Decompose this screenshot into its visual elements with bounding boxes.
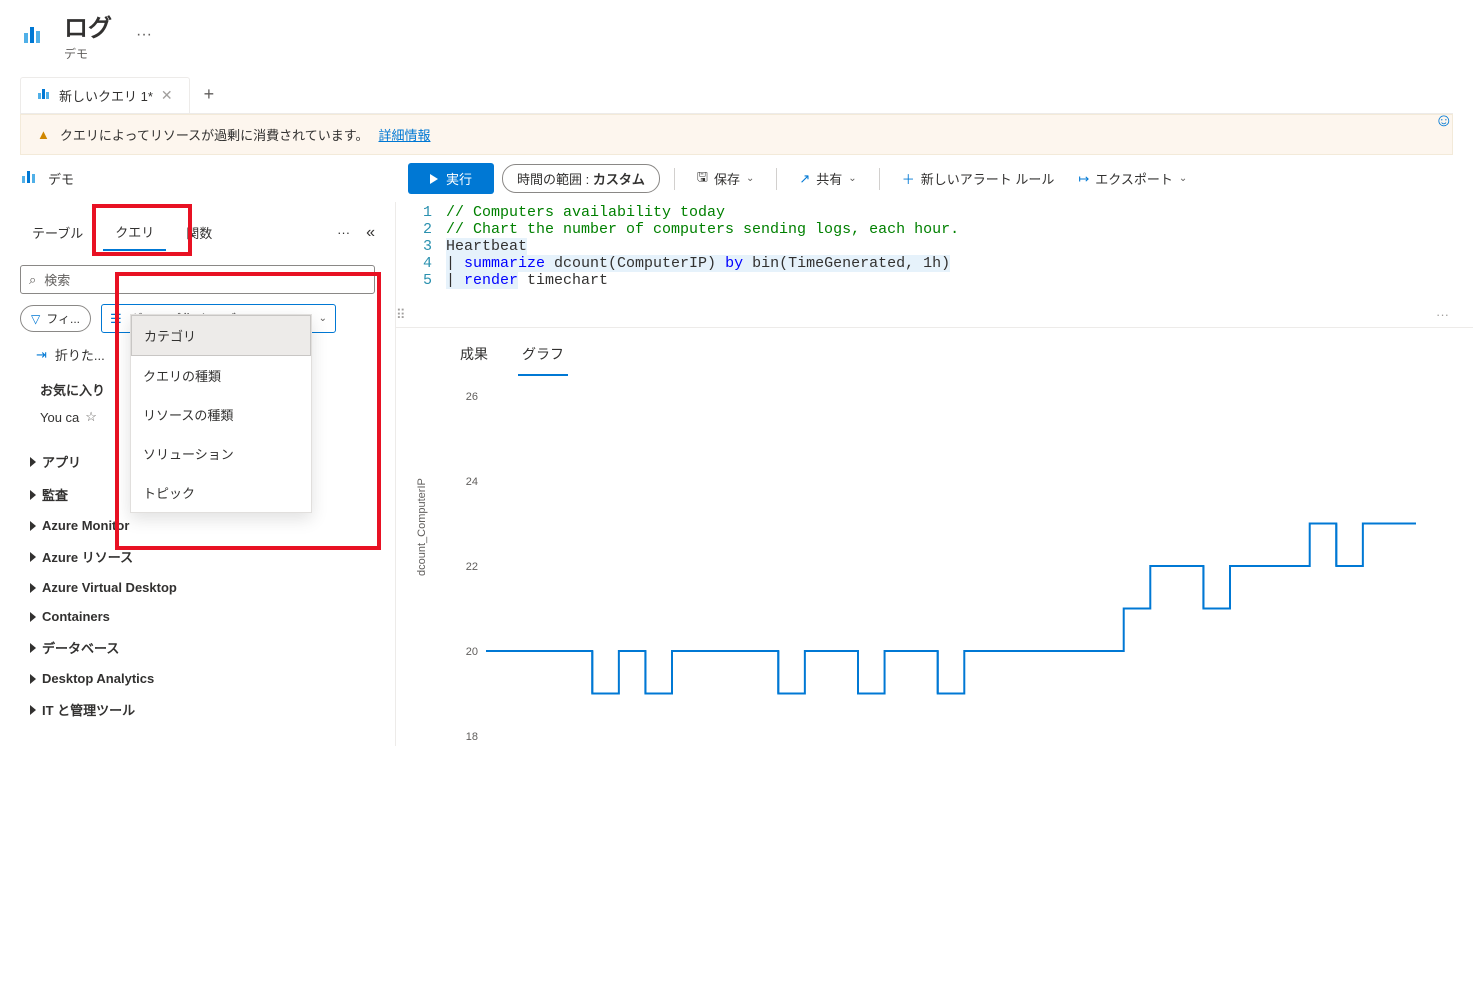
category-azure-monitor[interactable]: Azure Monitor [30,511,375,540]
feedback-icon[interactable]: ☺ [1435,110,1453,131]
tab-queries[interactable]: クエリ [103,214,166,251]
code-line: | render timechart [446,272,608,289]
caret-right-icon [30,490,36,500]
logs-icon [20,21,48,49]
code-line: | summarize dcount(ComputerIP) by bin(Ti… [446,255,950,272]
caret-right-icon [30,674,36,684]
play-icon [430,174,438,184]
results-tab[interactable]: 成果 [456,334,492,376]
close-icon[interactable]: ✕ [161,87,173,104]
caret-right-icon [30,705,36,715]
caret-right-icon [30,521,36,531]
export-icon: ↦ [1078,171,1089,187]
scope-name[interactable]: デモ [48,169,74,188]
code-line: // Computers availability today [446,204,725,221]
warning-icon: ▲ [37,127,50,142]
page-subtitle: デモ [64,45,112,62]
share-icon: ↗ [799,171,810,187]
chevron-down-icon: ⌄ [746,173,754,184]
caret-right-icon [30,583,36,593]
save-button[interactable]: 🖫 保存 ⌄ [689,164,762,194]
chevron-down-icon: ⌄ [319,313,327,324]
svg-text:24: 24 [466,476,478,488]
svg-text:18: 18 [466,731,478,743]
page-header: ログ デモ ··· [0,0,1473,66]
code-line: Heartbeat [446,238,527,255]
category-azure-resources[interactable]: Azure リソース [30,540,375,573]
logs-icon [37,87,51,104]
tab-label: 新しいクエリ 1* [59,86,153,105]
warning-link[interactable]: 詳細情報 [379,125,431,144]
svg-text:20: 20 [466,646,478,658]
search-input[interactable]: ⌕ 検索 [20,265,375,294]
query-editor[interactable]: 1// Computers availability today 2// Cha… [396,202,1473,299]
caret-right-icon [30,612,36,622]
drag-handle[interactable]: ⠿··· [396,303,1473,327]
query-tab-1[interactable]: 新しいクエリ 1* ✕ [20,77,190,113]
share-button[interactable]: ↗ 共有 ⌄ [791,165,864,192]
tab-functions[interactable]: 関数 [174,215,224,250]
caret-right-icon [30,643,36,653]
dropdown-item-resource-type[interactable]: リソースの種類 [131,395,311,434]
plus-icon: ＋ [902,169,915,188]
add-tab-button[interactable]: + [190,76,229,113]
list-icon: ☰ [110,311,122,327]
filter-icon: ▽ [31,312,40,326]
chevron-down-icon: ⌄ [1179,173,1187,184]
tab-tables[interactable]: テーブル [20,215,95,250]
save-icon: 🖫 [697,168,708,190]
caret-right-icon [30,552,36,562]
chart-tab[interactable]: グラフ [518,334,568,376]
dropdown-item-category[interactable]: カテゴリ [131,315,311,356]
chevron-down-icon: ⌄ [848,173,856,184]
category-containers[interactable]: Containers [30,602,375,631]
collapse-icon: ⇥ [36,347,47,363]
svg-text:26: 26 [466,391,478,403]
toolbar: デモ 実行 時間の範囲 : カスタム 🖫 保存 ⌄ ↗ 共有 ⌄ ＋ 新しいアラ… [0,155,1473,202]
dropdown-item-solution[interactable]: ソリューション [131,434,311,473]
sidebar: テーブル クエリ 関数 ··· « ⌕ 検索 ▽ フィ... ☰ グループ化:カ… [0,202,395,746]
category-databases[interactable]: データベース [30,631,375,664]
query-tabbar: 新しいクエリ 1* ✕ + ☺ [20,76,1453,114]
page-title: ログ [64,8,112,43]
sidebar-tabs: テーブル クエリ 関数 ··· « [20,202,375,259]
more-icon[interactable]: ··· [337,225,350,240]
separator [776,168,777,190]
timechart: 18 20 22 24 26 [446,386,1426,746]
separator [879,168,880,190]
separator [674,168,675,190]
results-pane: 成果 グラフ dcount_ComputerIP 18 20 22 24 26 [396,327,1473,746]
warning-banner: ▲ クエリによってリソースが過剰に消費されています。 詳細情報 [20,114,1453,155]
chart-area: dcount_ComputerIP 18 20 22 24 26 [396,376,1473,746]
dropdown-item-query-type[interactable]: クエリの種類 [131,356,311,395]
svg-text:22: 22 [466,561,478,573]
logs-icon [20,168,38,189]
caret-right-icon [30,457,36,467]
new-alert-button[interactable]: ＋ 新しいアラート ルール [894,165,1063,192]
header-more-icon[interactable]: ··· [128,26,160,44]
category-it-management[interactable]: IT と管理ツール [30,693,375,726]
search-icon: ⌕ [29,272,36,288]
code-line: // Chart the number of computers sending… [446,221,959,238]
y-axis-label: dcount_ComputerIP [416,478,428,576]
star-icon: ☆ [85,409,97,425]
filter-button[interactable]: ▽ フィ... [20,305,91,332]
warning-text: クエリによってリソースが過剰に消費されています。 [60,125,369,144]
time-range-picker[interactable]: 時間の範囲 : カスタム [502,164,660,193]
category-avd[interactable]: Azure Virtual Desktop [30,573,375,602]
group-by-dropdown: カテゴリ クエリの種類 リソースの種類 ソリューション トピック [130,314,312,513]
export-button[interactable]: ↦ エクスポート ⌄ [1070,165,1195,192]
category-desktop-analytics[interactable]: Desktop Analytics [30,664,375,693]
collapse-sidebar-icon[interactable]: « [366,224,375,242]
run-button[interactable]: 実行 [408,163,494,194]
main-pane: 1// Computers availability today 2// Cha… [395,202,1473,746]
dropdown-item-topic[interactable]: トピック [131,473,311,512]
